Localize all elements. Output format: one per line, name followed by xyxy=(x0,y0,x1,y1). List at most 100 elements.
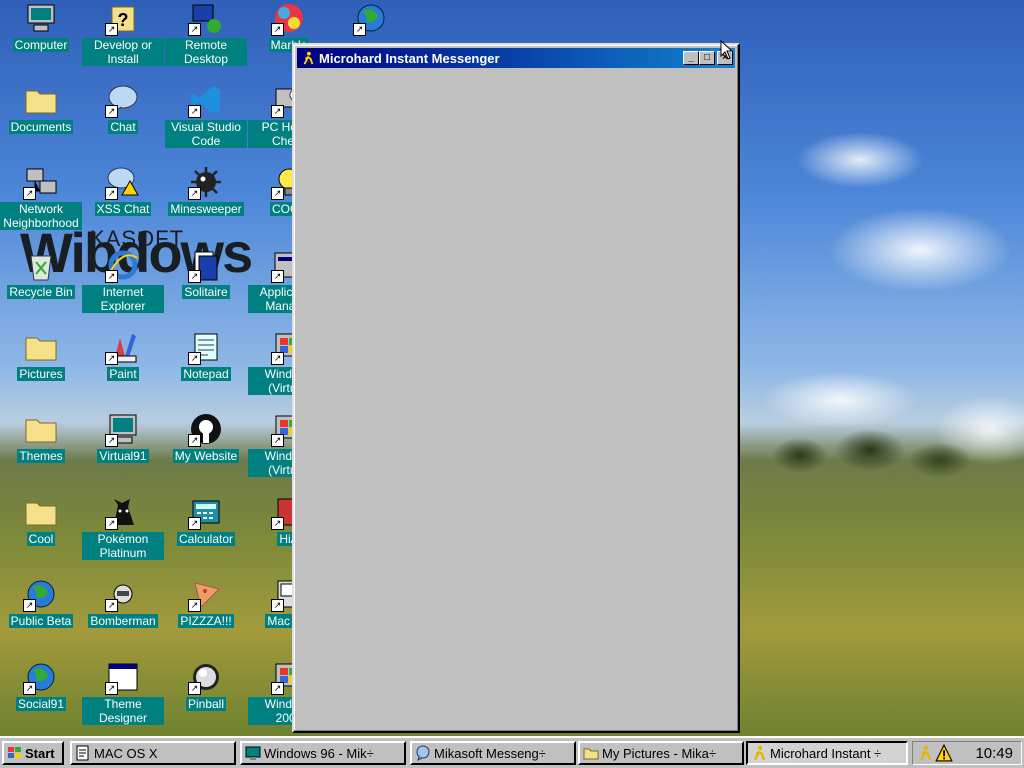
shortcut-arrow-icon: ↗ xyxy=(105,270,118,283)
window-titlebar[interactable]: Microhard Instant Messenger _ □ × xyxy=(297,48,735,68)
window-title: Microhard Instant Messenger xyxy=(319,50,500,66)
desktop-icon[interactable]: ↗ Solitaire xyxy=(165,247,247,299)
calculator-icon: ↗ xyxy=(188,494,224,530)
task-my-pictures[interactable]: My Pictures - Mika÷ xyxy=(578,741,744,765)
desktop-icon-label: Remote Desktop xyxy=(165,38,247,66)
pokemon-icon: ↗ xyxy=(105,494,141,530)
desktop-icon[interactable]: ↗ PIZZZA!!! xyxy=(165,576,247,628)
paint-icon: ↗ xyxy=(105,329,141,365)
desktop-icon[interactable]: ↗ Theme Designer xyxy=(82,659,164,725)
desktop-icon-label: Social91 xyxy=(15,697,67,711)
task-mac-os-x[interactable]: MAC OS X xyxy=(70,741,236,765)
desktop-icon-label: Cool xyxy=(26,532,56,546)
task-label: MAC OS X xyxy=(94,745,158,761)
solitaire-icon: ↗ xyxy=(188,247,224,283)
mouse-cursor-icon xyxy=(720,40,734,60)
maximize-button[interactable]: □ xyxy=(699,51,715,65)
messenger-window[interactable]: Microhard Instant Messenger _ □ × xyxy=(292,43,740,733)
desktop-icon-label: Chat xyxy=(108,120,138,134)
mine-icon: ↗ xyxy=(188,164,224,200)
desktop-icon-label: Calculator xyxy=(176,532,236,546)
desktop-icon-label: Internet Explorer xyxy=(82,285,164,313)
desktop-icon[interactable]: ↗ xyxy=(330,0,412,36)
desktop-icon[interactable]: ↗ Social91 xyxy=(0,659,82,711)
globe-icon: ↗ xyxy=(23,659,59,695)
globe-icon: ↗ xyxy=(353,0,389,36)
network-icon: ↗ xyxy=(23,164,59,200)
taskbar: Start MAC OS X Windows 96 - Mik÷ Mikasof… xyxy=(0,736,1024,768)
recycle-bin-icon xyxy=(23,247,59,283)
shortcut-arrow-icon: ↗ xyxy=(105,352,118,365)
shortcut-arrow-icon: ↗ xyxy=(105,434,118,447)
start-button[interactable]: Start xyxy=(2,741,64,765)
desktop-icon[interactable]: ? ↗ Develop or Install xyxy=(82,0,164,66)
shortcut-arrow-icon: ↗ xyxy=(23,682,36,695)
task-microhard-instant[interactable]: Microhard Instant ÷ xyxy=(746,741,908,765)
pizza-icon: ↗ xyxy=(188,576,224,612)
github-icon: ↗ xyxy=(188,411,224,447)
desktop-icon[interactable]: ↗ Remote Desktop xyxy=(165,0,247,66)
desktop-icon[interactable]: ↗ Public Beta xyxy=(0,576,82,628)
shortcut-arrow-icon: ↗ xyxy=(271,105,284,118)
desktop-icon-label: Documents xyxy=(8,120,74,134)
shortcut-arrow-icon: ↗ xyxy=(188,23,201,36)
messenger-tray-icon[interactable] xyxy=(917,745,933,761)
desktop-icon[interactable]: ↗ Pinball xyxy=(165,659,247,711)
windows-logo-icon xyxy=(8,747,21,758)
desktop-icon-label: PIZZZA!!! xyxy=(178,614,234,628)
desktop-icon[interactable]: Pictures xyxy=(0,329,82,381)
desktop-icon[interactable]: ↗ Internet Explorer xyxy=(82,247,164,313)
chat-icon: ↗ xyxy=(105,82,141,118)
desktop-icon[interactable]: ↗ Network Neighborhood xyxy=(0,164,82,230)
task-label: Microhard Instant ÷ xyxy=(770,745,882,761)
task-windows-96[interactable]: Windows 96 - Mik÷ xyxy=(240,741,406,765)
shortcut-arrow-icon: ↗ xyxy=(271,270,284,283)
desktop-icon-label: Pokémon Platinum xyxy=(82,532,164,560)
desktop-icon-label: Pinball xyxy=(185,697,227,711)
desktop-icon-label: Public Beta xyxy=(8,614,74,628)
shortcut-arrow-icon: ↗ xyxy=(271,187,284,200)
desktop-icon[interactable]: Documents xyxy=(0,82,82,134)
shortcut-arrow-icon: ↗ xyxy=(23,187,36,200)
svg-text:?: ? xyxy=(118,10,129,30)
desktop-icon-label: Recycle Bin xyxy=(7,285,75,299)
marble-icon: ↗ xyxy=(271,0,307,36)
remote-desktop-icon: ↗ xyxy=(188,0,224,36)
desktop-icon[interactable]: ↗ Chat xyxy=(82,82,164,134)
desktop-icon[interactable]: Computer xyxy=(0,0,82,52)
desktop-icon[interactable]: ↗ Minesweeper xyxy=(165,164,247,216)
folder-icon xyxy=(23,82,59,118)
clock[interactable]: 10:49 xyxy=(975,745,1013,762)
desktop-icon[interactable]: ↗ Visual Studio Code xyxy=(165,82,247,148)
ie-icon: ↗ xyxy=(105,247,141,283)
notepad-icon xyxy=(76,745,89,761)
desktop-icon[interactable]: ↗ Bomberman xyxy=(82,576,164,628)
desktop-icon[interactable]: ↗ Pokémon Platinum xyxy=(82,494,164,560)
folder-icon xyxy=(23,329,59,365)
desktop-icon[interactable]: Themes xyxy=(0,411,82,463)
chat-icon xyxy=(416,745,430,761)
desktop-icon-label: Solitaire xyxy=(182,285,230,299)
bomberman-icon: ↗ xyxy=(105,576,141,612)
desktop-icon[interactable]: ↗ My Website xyxy=(165,411,247,463)
desktop-icon[interactable]: ↗ Paint xyxy=(82,329,164,381)
shortcut-arrow-icon: ↗ xyxy=(271,682,284,695)
desktop-icon[interactable]: ↗ Virtual91 xyxy=(82,411,164,463)
desktop-icon[interactable]: Cool xyxy=(0,494,82,546)
desktop-icon[interactable]: Recycle Bin xyxy=(0,247,82,299)
desktop-icon[interactable]: ↗ XSS Chat xyxy=(82,164,164,216)
shortcut-arrow-icon: ↗ xyxy=(271,517,284,530)
shortcut-arrow-icon: ↗ xyxy=(188,187,201,200)
desktop-icon[interactable]: ↗ Calculator xyxy=(165,494,247,546)
monitor-icon: ↗ xyxy=(105,411,141,447)
task-mikasoft-messenger[interactable]: Mikasoft Messeng÷ xyxy=(410,741,576,765)
warning-icon[interactable] xyxy=(935,744,953,762)
desktop-icon[interactable]: ↗ Notepad xyxy=(165,329,247,381)
shortcut-arrow-icon: ↗ xyxy=(105,187,118,200)
system-tray: 10:49 xyxy=(912,741,1022,765)
messenger-icon xyxy=(299,49,317,67)
desktop-icon-label: Network Neighborhood xyxy=(0,202,82,230)
messenger-icon xyxy=(754,745,766,761)
shortcut-arrow-icon: ↗ xyxy=(105,23,118,36)
minimize-button[interactable]: _ xyxy=(683,51,699,65)
